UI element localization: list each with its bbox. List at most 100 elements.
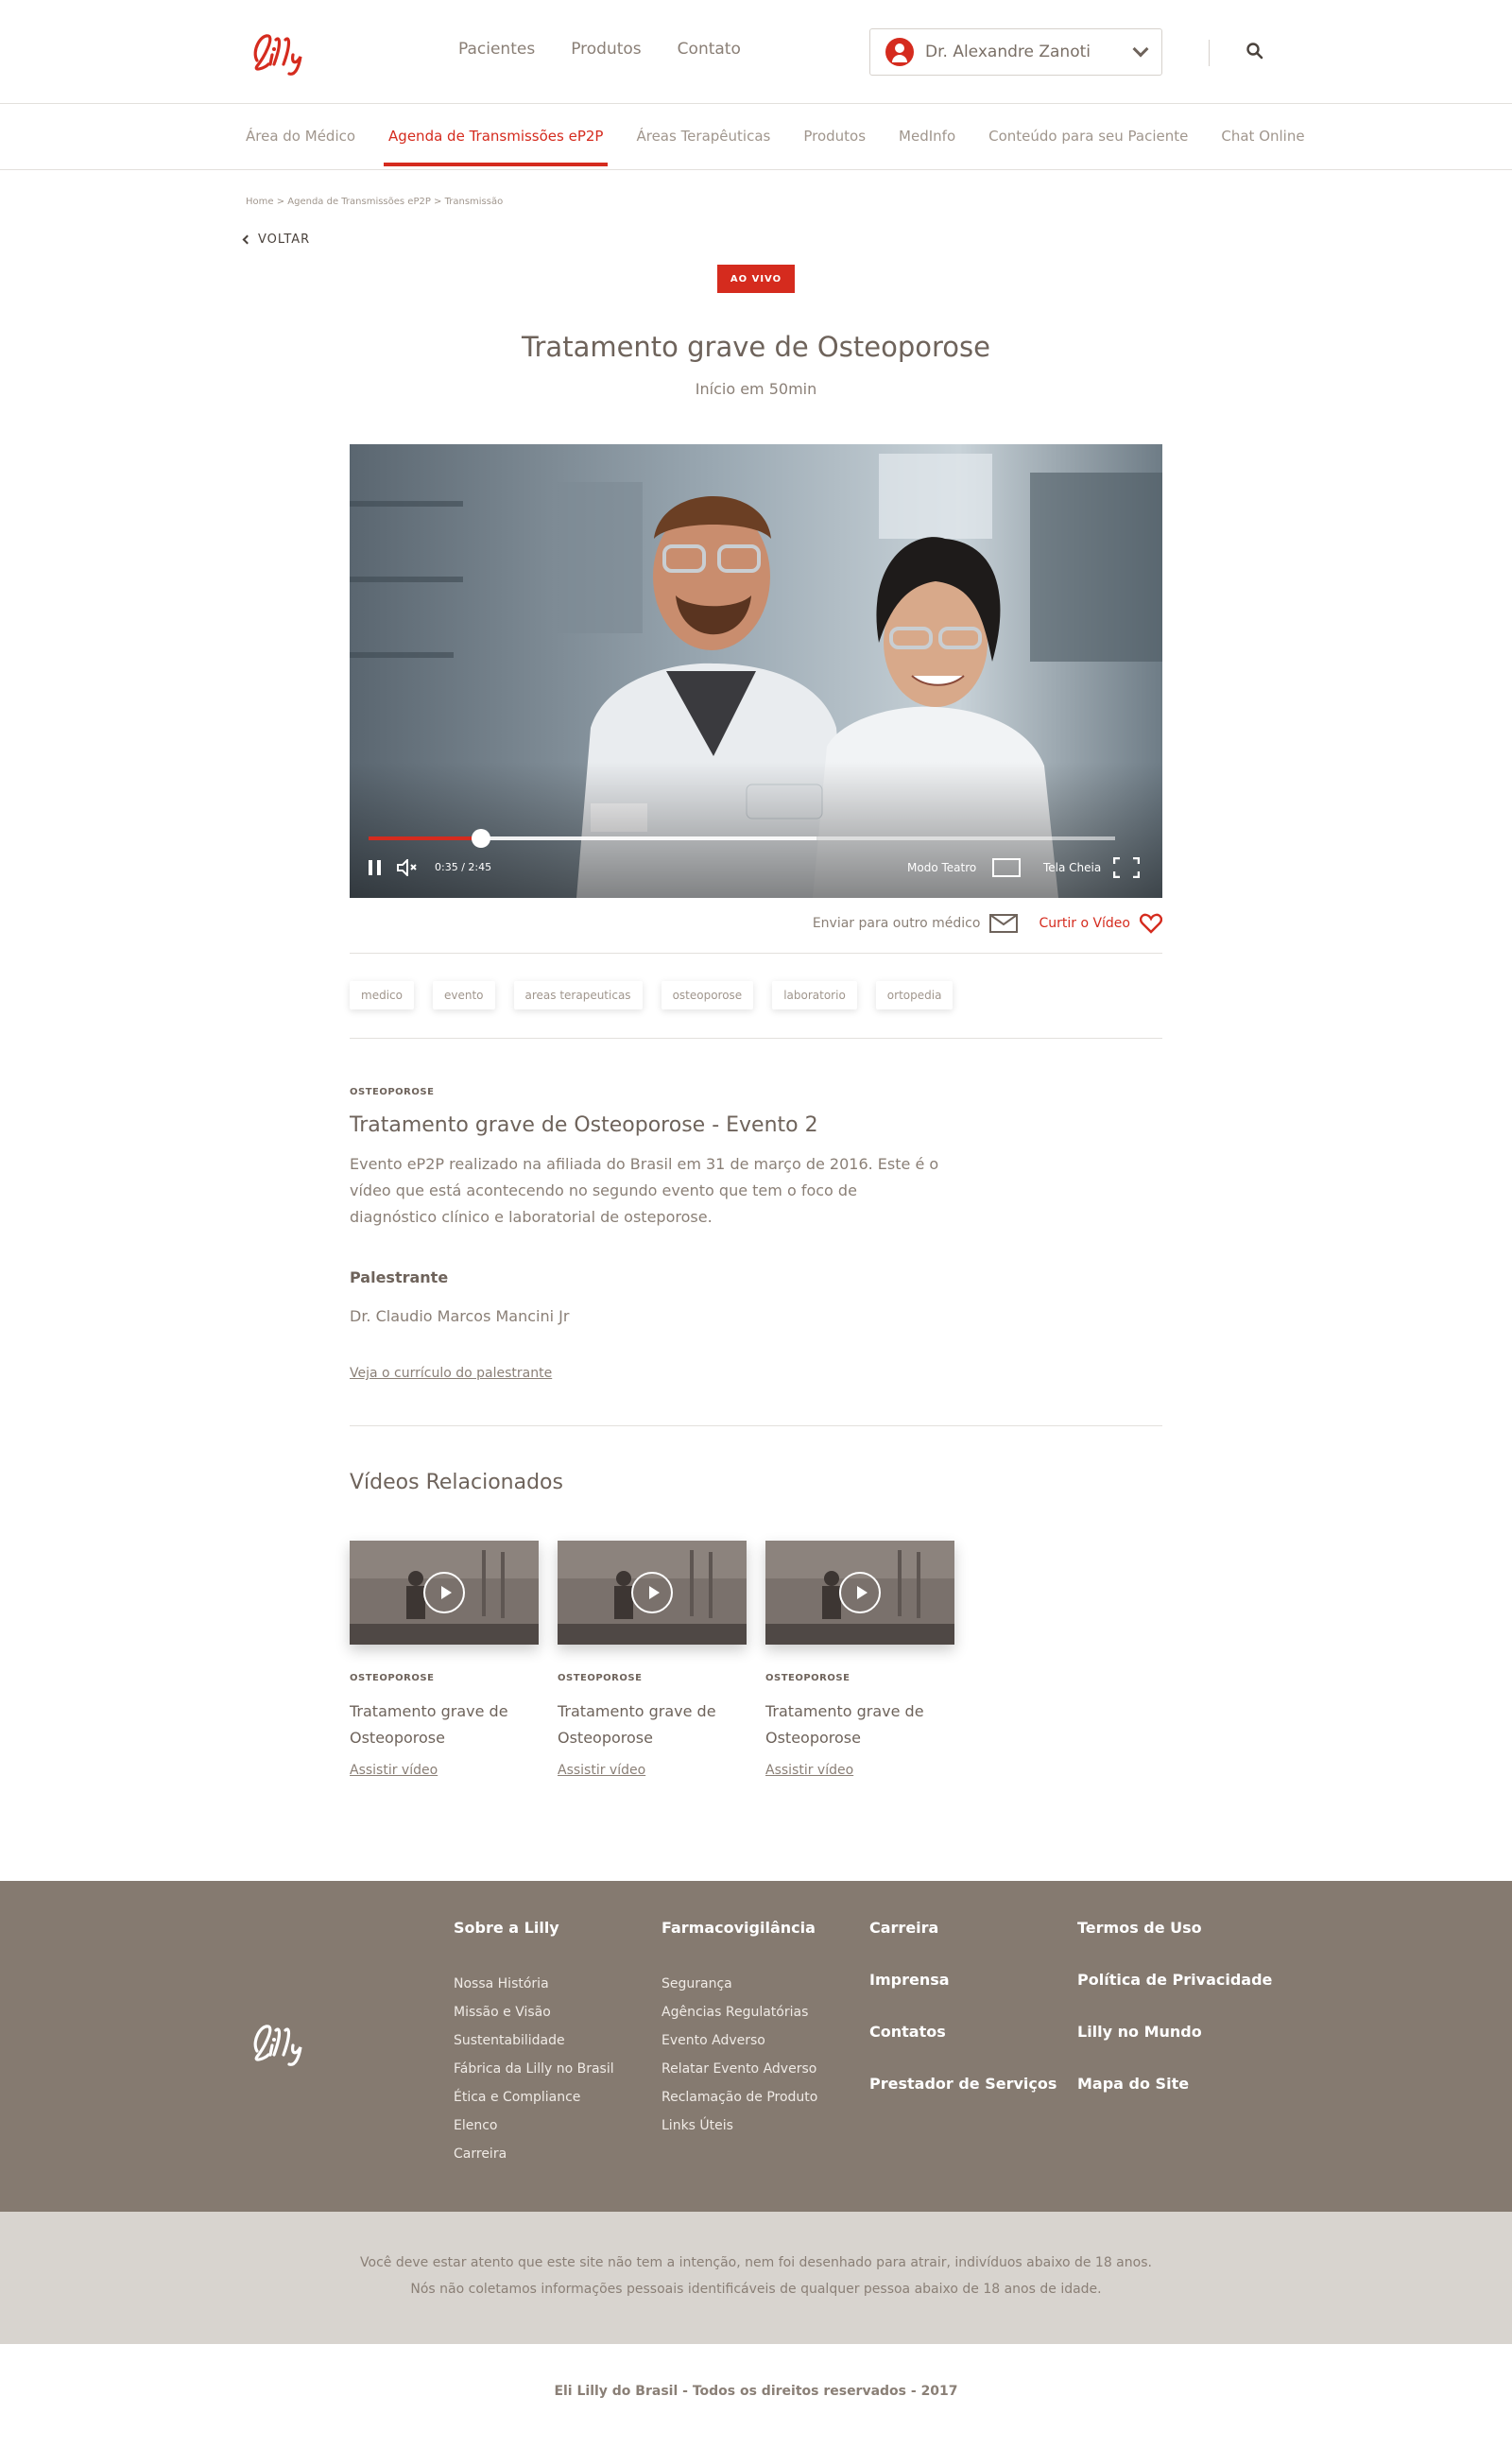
tag-chip[interactable]: osteoporose bbox=[661, 981, 754, 1009]
speaker-name: Dr. Claudio Marcos Mancini Jr bbox=[350, 1307, 570, 1325]
send-to-doctor-button[interactable]: Enviar para outro médico bbox=[813, 914, 1019, 933]
related-video-title: Tratamento grave de Osteoporose bbox=[765, 1702, 924, 1747]
footer-link[interactable]: Links Úteis bbox=[662, 2112, 817, 2140]
related-video-category: OSTEOPOROSE bbox=[558, 1673, 643, 1683]
chevron-down-icon bbox=[1132, 41, 1149, 58]
play-icon[interactable] bbox=[839, 1572, 881, 1613]
subnav-item[interactable]: Chat Online bbox=[1221, 128, 1304, 166]
progress-handle[interactable] bbox=[471, 829, 490, 848]
footer-link[interactable]: Sustentabilidade bbox=[454, 2026, 614, 2055]
related-video-card[interactable]: OSTEOPOROSE Tratamento grave de Osteoporo… bbox=[765, 1541, 954, 1778]
disclaimer-line: Nós não coletamos informações pessoais i… bbox=[410, 2282, 1102, 2297]
subnav-item[interactable]: Agenda de Transmissões eP2P bbox=[384, 128, 609, 166]
volume-icon[interactable] bbox=[397, 859, 418, 876]
speaker-cv-link[interactable]: Veja o currículo do palestrante bbox=[350, 1366, 552, 1381]
search-icon[interactable] bbox=[1246, 42, 1264, 60]
video-thumbnail[interactable] bbox=[350, 1541, 539, 1645]
theater-mode-label[interactable]: Modo Teatro bbox=[907, 861, 976, 874]
subnav-item[interactable]: Área do Médico bbox=[246, 128, 355, 166]
footer-col-about: Sobre a Lilly Nossa História Missão e Visã… bbox=[454, 1919, 614, 2168]
footer-col-corporate: Carreira Imprensa Contatos Prestador de Ser… bbox=[869, 1919, 1057, 2127]
lilly-logo-footer[interactable] bbox=[244, 2013, 335, 2070]
disclaimer-line: Você deve estar atento que este site não… bbox=[360, 2255, 1152, 2270]
footer-link[interactable]: Fábrica da Lilly no Brasil bbox=[454, 2055, 614, 2083]
footer-link[interactable]: Contatos bbox=[869, 2023, 1057, 2041]
progress-bar[interactable] bbox=[369, 829, 1115, 848]
tag-chip[interactable]: evento bbox=[432, 981, 495, 1009]
fullscreen-label[interactable]: Tela Cheia bbox=[1043, 861, 1101, 874]
footer-link[interactable]: Lilly no Mundo bbox=[1077, 2023, 1272, 2041]
watch-video-link[interactable]: Assistir vídeo bbox=[558, 1763, 747, 1778]
play-icon[interactable] bbox=[423, 1572, 465, 1613]
nav-contato[interactable]: Contato bbox=[678, 40, 741, 59]
nav-produtos[interactable]: Produtos bbox=[571, 40, 641, 59]
subnav-item[interactable]: MedInfo bbox=[899, 128, 955, 166]
tag-chip[interactable]: laboratorio bbox=[772, 981, 857, 1009]
buffer-bar bbox=[480, 836, 816, 840]
video-actions: Enviar para outro médico Curtir o Vídeo bbox=[350, 913, 1162, 934]
footer-link[interactable]: Elenco bbox=[454, 2112, 614, 2140]
footer-link[interactable]: Segurança bbox=[662, 1970, 817, 1998]
played-bar bbox=[369, 836, 481, 840]
footer-col-pharmacovigilance: Farmacovigilância Segurança Agências Regul… bbox=[662, 1919, 817, 2140]
subnav-item[interactable]: Conteúdo para seu Paciente bbox=[988, 128, 1188, 166]
footer-link[interactable]: Política de Privacidade bbox=[1077, 1971, 1272, 1989]
footer-link[interactable]: Carreira bbox=[869, 1919, 1057, 1937]
related-videos-heading: Vídeos Relacionados bbox=[350, 1471, 563, 1494]
page-title: Tratamento grave de Osteoporose bbox=[522, 331, 990, 363]
user-dropdown[interactable]: Dr. Alexandre Zanoti bbox=[869, 28, 1162, 76]
subnav-item[interactable]: Produtos bbox=[803, 128, 866, 166]
header-divider bbox=[1209, 40, 1210, 66]
footer-link[interactable]: Carreira bbox=[454, 2140, 614, 2168]
pause-icon[interactable] bbox=[369, 860, 382, 875]
divider bbox=[350, 1038, 1162, 1039]
related-video-title: Tratamento grave de Osteoporose bbox=[350, 1702, 508, 1747]
footer-link[interactable]: Relatar Evento Adverso bbox=[662, 2055, 817, 2083]
related-video-card[interactable]: OSTEOPOROSE Tratamento grave de Osteoporo… bbox=[350, 1541, 539, 1778]
footer-link[interactable]: Reclamação de Produto bbox=[662, 2083, 817, 2112]
subnav-item[interactable]: Áreas Terapêuticas bbox=[636, 128, 770, 166]
time-display: 0:35 / 2:45 bbox=[435, 861, 492, 873]
footer-link[interactable]: Nossa História bbox=[454, 1970, 614, 1998]
like-video-button[interactable]: Curtir o Vídeo bbox=[1039, 913, 1162, 934]
lilly-logo[interactable] bbox=[244, 23, 335, 79]
footer-col-legal: Termos de Uso Política de Privacidade Lill… bbox=[1077, 1919, 1272, 2127]
footer-link[interactable]: Termos de Uso bbox=[1077, 1919, 1272, 1937]
back-label: VOLTAR bbox=[258, 233, 311, 247]
footer-heading[interactable]: Farmacovigilância bbox=[662, 1919, 817, 1937]
video-thumbnail[interactable] bbox=[765, 1541, 954, 1645]
footer-link[interactable]: Imprensa bbox=[869, 1971, 1057, 1989]
footer-link[interactable]: Evento Adverso bbox=[662, 2026, 817, 2055]
footer-link[interactable]: Prestador de Serviços bbox=[869, 2075, 1057, 2093]
related-video-category: OSTEOPOROSE bbox=[765, 1673, 850, 1683]
footer-link[interactable]: Agências Regulatórias bbox=[662, 1998, 817, 2026]
breadcrumb[interactable]: Home > Agenda de Transmissões eP2P > Tra… bbox=[246, 197, 503, 207]
send-label: Enviar para outro médico bbox=[812, 916, 981, 931]
video-thumbnail[interactable] bbox=[558, 1541, 747, 1645]
event-description: Evento eP2P realizado na afiliada do Bra… bbox=[350, 1155, 939, 1226]
video-frame-image bbox=[350, 444, 1162, 898]
tag-list: medico evento areas terapeuticas osteoporos… bbox=[350, 981, 954, 1009]
fullscreen-icon[interactable] bbox=[1113, 857, 1140, 878]
play-icon[interactable] bbox=[631, 1572, 673, 1613]
tag-chip[interactable]: ortopedia bbox=[875, 981, 954, 1009]
footer-link[interactable]: Mapa do Site bbox=[1077, 2075, 1272, 2093]
theater-mode-icon[interactable] bbox=[992, 858, 1021, 877]
chevron-left-icon bbox=[242, 234, 252, 245]
related-video-card[interactable]: OSTEOPOROSE Tratamento grave de Osteoporo… bbox=[558, 1541, 747, 1778]
like-label: Curtir o Vídeo bbox=[1039, 916, 1130, 931]
footer-link[interactable]: Missão e Visão bbox=[454, 1998, 614, 2026]
nav-pacientes[interactable]: Pacientes bbox=[458, 40, 535, 59]
footer-link[interactable]: Ética e Compliance bbox=[454, 2083, 614, 2112]
back-button[interactable]: VOLTAR bbox=[242, 233, 311, 247]
speaker-heading: Palestrante bbox=[350, 1268, 449, 1286]
watch-video-link[interactable]: Assistir vídeo bbox=[765, 1763, 954, 1778]
event-title: Tratamento grave de Osteoporose - Evento… bbox=[350, 1113, 818, 1137]
age-disclaimer: Você deve estar atento que este site não… bbox=[0, 2212, 1512, 2344]
footer-heading[interactable]: Sobre a Lilly bbox=[454, 1919, 614, 1937]
video-player[interactable]: 0:35 / 2:45 Modo Teatro Tela Cheia bbox=[350, 444, 1162, 898]
watch-video-link[interactable]: Assistir vídeo bbox=[350, 1763, 539, 1778]
divider bbox=[350, 1425, 1162, 1426]
tag-chip[interactable]: medico bbox=[350, 981, 414, 1009]
tag-chip[interactable]: areas terapeuticas bbox=[513, 981, 643, 1009]
